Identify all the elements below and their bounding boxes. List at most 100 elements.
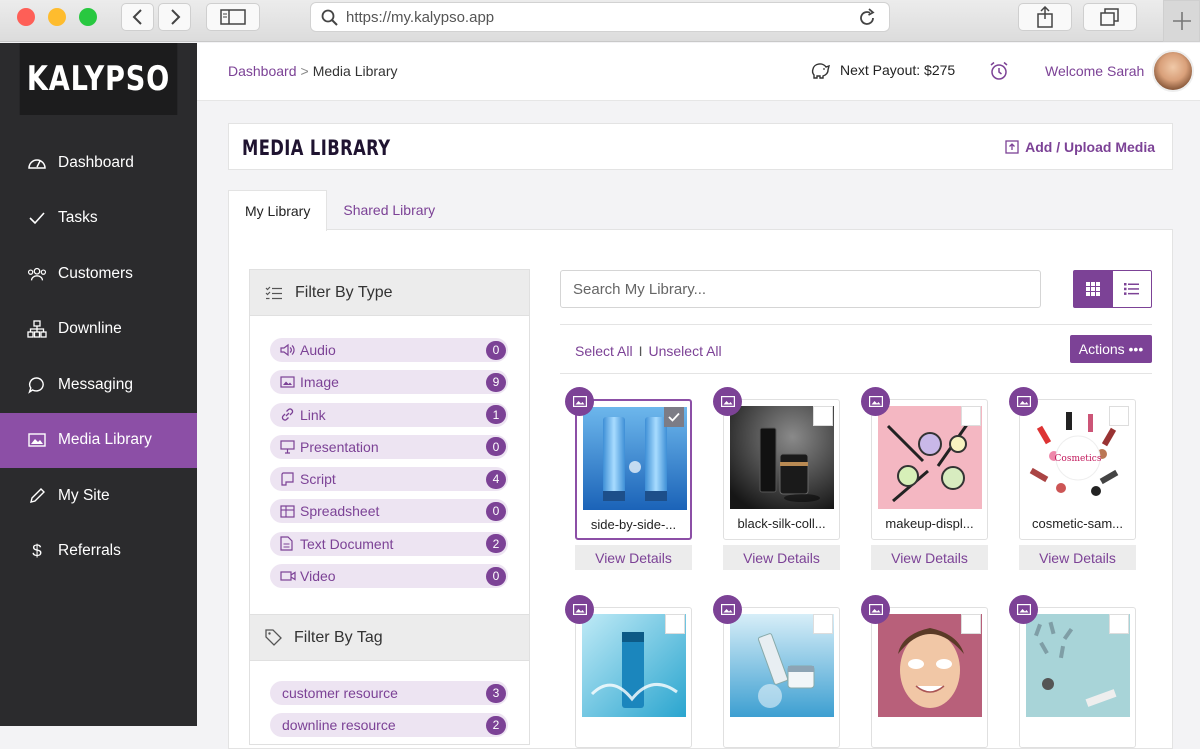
- speaker-icon: [280, 343, 296, 357]
- add-upload-media-button[interactable]: Add / Upload Media: [1005, 139, 1155, 155]
- media-card[interactable]: Cosmetics cosmetic-sam... View Details: [1009, 387, 1136, 570]
- actions-button[interactable]: Actions •••: [1070, 335, 1152, 363]
- sidebar-item-downline[interactable]: Downline: [0, 302, 197, 358]
- media-card-frame: [1019, 607, 1136, 748]
- sidebar-item-tasks[interactable]: Tasks: [0, 191, 197, 247]
- media-card-frame: Cosmetics cosmetic-sam...: [1019, 399, 1136, 540]
- maximize-window-button[interactable]: [79, 8, 97, 26]
- select-checkbox[interactable]: [961, 406, 981, 426]
- media-card-frame: makeup-displ...: [871, 399, 988, 540]
- select-checkbox[interactable]: [1109, 614, 1129, 634]
- share-button[interactable]: [1018, 3, 1072, 31]
- chip-count: 1: [486, 405, 506, 425]
- filter-chip-video[interactable]: Video 0: [270, 564, 508, 589]
- selection-controls: Select All I Unselect All: [575, 343, 722, 359]
- upload-icon: [1005, 140, 1019, 154]
- tab-shared-library[interactable]: Shared Library: [327, 190, 451, 230]
- select-all-link[interactable]: Select All: [575, 343, 633, 359]
- piggy-bank-icon: [811, 63, 830, 79]
- sidebar-item-messaging[interactable]: Messaging: [0, 357, 197, 413]
- select-checkbox[interactable]: [813, 614, 833, 634]
- view-details-button[interactable]: View Details: [723, 545, 840, 570]
- avatar[interactable]: [1152, 50, 1194, 92]
- filter-chip-image[interactable]: Image 9: [270, 370, 508, 395]
- new-tab-button[interactable]: [1163, 0, 1200, 42]
- filter-by-type-header[interactable]: Filter By Type: [250, 270, 529, 316]
- media-card[interactable]: black-silk-coll... View Details: [713, 387, 840, 570]
- chevron-left-icon: [132, 9, 142, 25]
- sidebar-item-label: Tasks: [58, 209, 98, 227]
- back-button[interactable]: [121, 3, 154, 31]
- chip-label: Video: [300, 568, 336, 585]
- view-details-button[interactable]: View Details: [1019, 545, 1136, 570]
- view-details-button[interactable]: View Details: [871, 545, 988, 570]
- select-checkbox[interactable]: [664, 407, 684, 427]
- media-name: makeup-displ...: [885, 516, 974, 531]
- presentation-icon: [280, 440, 296, 454]
- welcome-user-link[interactable]: Welcome Sarah: [1045, 63, 1144, 79]
- chip-count: 0: [486, 566, 506, 586]
- select-checkbox[interactable]: [813, 406, 833, 426]
- image-type-badge-icon: [565, 595, 594, 624]
- media-card-frame: [871, 607, 988, 748]
- sidebar-item-referrals[interactable]: $ Referrals: [0, 524, 197, 580]
- address-bar[interactable]: https://my.kalypso.app: [310, 2, 890, 32]
- media-card[interactable]: [565, 595, 692, 748]
- media-card[interactable]: side-by-side-... View Details: [565, 387, 692, 570]
- tab-my-library[interactable]: My Library: [228, 190, 328, 231]
- image-type-badge-icon: [1009, 387, 1038, 416]
- sidebar-nav: Dashboard Tasks Customers Downline Messa…: [0, 135, 197, 579]
- breadcrumb: Dashboard > Media Library: [228, 63, 398, 79]
- next-payout: Next Payout: $275: [809, 61, 955, 79]
- sidebar-toggle-button[interactable]: [206, 3, 260, 31]
- close-window-button[interactable]: [17, 8, 35, 26]
- logo[interactable]: KALYPSO: [19, 43, 178, 115]
- link-icon: [280, 407, 296, 422]
- image-type-badge-icon: [1009, 595, 1038, 624]
- alarm-clock-icon[interactable]: [989, 61, 1009, 86]
- sidebar-item-my-site[interactable]: My Site: [0, 468, 197, 524]
- image-type-badge-icon: [565, 387, 594, 416]
- chip-count: 0: [486, 437, 506, 457]
- tabs-overview-button[interactable]: [1083, 3, 1137, 31]
- filter-chip-link[interactable]: Link 1: [270, 402, 508, 427]
- filter-chip-downline-resource[interactable]: downline resource 2: [270, 713, 508, 738]
- sidebar-item-label: Media Library: [58, 431, 152, 449]
- select-checkbox[interactable]: [961, 614, 981, 634]
- unselect-all-link[interactable]: Unselect All: [648, 343, 721, 359]
- filter-chip-customer-resource[interactable]: customer resource 3: [270, 681, 508, 705]
- sidebar-item-label: Customers: [58, 264, 133, 282]
- media-card[interactable]: [1009, 595, 1136, 748]
- video-icon: [280, 570, 296, 582]
- filter-chip-script[interactable]: Script 4: [270, 467, 508, 492]
- grid-view-button[interactable]: [1074, 271, 1113, 307]
- chip-count: 9: [486, 372, 506, 392]
- media-name: side-by-side-...: [590, 517, 677, 532]
- select-checkbox[interactable]: [1109, 406, 1129, 426]
- filter-chip-presentation[interactable]: Presentation 0: [270, 434, 508, 459]
- list-view-button[interactable]: [1113, 271, 1152, 307]
- selection-separator: I: [638, 343, 643, 359]
- media-card[interactable]: makeup-displ... View Details: [861, 387, 988, 570]
- sidebar-item-media-library[interactable]: Media Library: [0, 412, 197, 468]
- sidebar-item-dashboard[interactable]: Dashboard: [0, 135, 197, 191]
- forward-button[interactable]: [158, 3, 191, 31]
- breadcrumb-dashboard-link[interactable]: Dashboard: [228, 63, 297, 79]
- filter-by-tag-header[interactable]: Filter By Tag: [250, 615, 529, 661]
- search-input[interactable]: [560, 270, 1041, 308]
- minimize-window-button[interactable]: [48, 8, 66, 26]
- view-details-button[interactable]: View Details: [575, 545, 692, 570]
- filter-chip-audio[interactable]: Audio 0: [270, 338, 508, 362]
- reload-icon[interactable]: [857, 8, 877, 28]
- filter-chip-text-document[interactable]: Text Document 2: [270, 531, 508, 556]
- media-card[interactable]: [713, 595, 840, 748]
- sidebar-item-customers[interactable]: Customers: [0, 246, 197, 302]
- divider: [560, 324, 1152, 325]
- svg-text:Cosmetics: Cosmetics: [1055, 454, 1102, 464]
- media-name: black-silk-coll...: [737, 516, 826, 531]
- media-card-frame: [575, 607, 692, 748]
- view-toggle: [1073, 270, 1152, 308]
- filter-chip-spreadsheet[interactable]: Spreadsheet 0: [270, 499, 508, 524]
- media-card[interactable]: [861, 595, 988, 748]
- select-checkbox[interactable]: [665, 614, 685, 634]
